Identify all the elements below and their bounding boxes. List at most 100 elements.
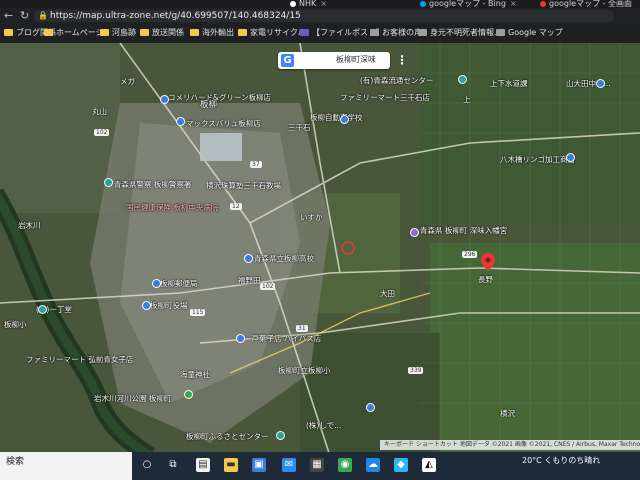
- road-number-badge: 12: [230, 203, 242, 210]
- poi-pin-icon[interactable]: [184, 390, 193, 399]
- poi-pin-icon[interactable]: [340, 115, 349, 124]
- folder-icon: [100, 29, 109, 36]
- label-iizuka: いずか: [300, 213, 323, 222]
- more-vertical-icon[interactable]: ⋮: [396, 53, 408, 67]
- road-number-badge: 37: [250, 161, 262, 168]
- tab-googlemap-fullscreen[interactable]: googleマップ - 全画面: [540, 0, 640, 8]
- label-yagihashi[interactable]: 八木橋リンゴ加工商店: [500, 155, 575, 164]
- poi-pin-icon[interactable]: [276, 431, 285, 440]
- label-iwaki-park[interactable]: 岩木川河川公園 板柳町: [94, 394, 171, 403]
- file-explorer-icon[interactable]: ▬: [224, 458, 238, 472]
- tab-label: NHK: [299, 0, 317, 8]
- taskbar-search-placeholder[interactable]: 検索: [6, 457, 24, 467]
- poi-pin-icon[interactable]: [176, 117, 185, 126]
- road-number-badge: 31: [296, 325, 308, 332]
- label-kamishimo-suido[interactable]: 上下水道課: [490, 79, 528, 88]
- file-icon[interactable]: ▤: [196, 458, 210, 472]
- poi-pin-icon[interactable]: [566, 153, 575, 162]
- label-mega[interactable]: メガ: [120, 77, 135, 86]
- folder-icon: [238, 29, 247, 36]
- label-maxvalu[interactable]: マックスバリュ板柳店: [186, 119, 261, 128]
- road-number-badge: 115: [190, 309, 206, 316]
- store-icon[interactable]: ▣: [252, 458, 266, 472]
- back-icon[interactable]: ←: [4, 9, 13, 22]
- label-nagano: 長野: [478, 275, 493, 284]
- label-itayanagi-post[interactable]: 板柳郵便局: [160, 279, 198, 288]
- tab-bing[interactable]: googleマップ - Bing ×: [420, 0, 520, 8]
- label-itayanagi-n: 板柳小: [4, 320, 27, 329]
- tab-label: googleマップ - Bing: [429, 0, 506, 8]
- label-shidesuko[interactable]: (株)しで...: [306, 421, 341, 430]
- bookmark-kawashima[interactable]: 河島跡: [100, 27, 136, 39]
- bookmark-homepage[interactable]: ホームページ: [44, 27, 104, 39]
- folder-icon: [190, 29, 199, 36]
- label-family-mart-sanko[interactable]: ファミリーマート三千石店: [340, 93, 430, 102]
- poi-pin-icon[interactable]: [142, 301, 151, 310]
- label-kokuho-hospital[interactable]: 国民健康保険 板柳中央病院: [126, 203, 218, 212]
- label-fukumichi: 福野田: [238, 276, 261, 285]
- close-tab-icon[interactable]: ×: [320, 0, 327, 8]
- label-aomori-ryutsu[interactable]: (有)青森流通センター: [360, 76, 433, 85]
- map-search-input[interactable]: 板柳町深味: [336, 55, 376, 65]
- lock-icon[interactable]: 🔒: [38, 11, 48, 20]
- label-yokozawa[interactable]: 横沢珠算塾三千石教場: [206, 181, 281, 190]
- poi-pin-icon[interactable]: [152, 279, 161, 288]
- pinned-app-icon[interactable]: ◭: [422, 458, 436, 472]
- tab-nhk[interactable]: NHK ×: [290, 0, 370, 8]
- task-view-icon[interactable]: ⧉: [166, 458, 180, 472]
- poi-pin-icon[interactable]: [458, 75, 467, 84]
- poi-pin-icon[interactable]: [596, 79, 605, 88]
- road-number-badge: 102: [94, 129, 110, 136]
- label-kaigun-shrine[interactable]: 海童神社: [180, 370, 210, 379]
- label-itayanagi-jidosha[interactable]: 板柳自動車学校: [310, 113, 363, 122]
- poi-pin-icon[interactable]: [410, 228, 419, 237]
- label-police[interactable]: 青森県警察 板柳警察署: [114, 180, 191, 189]
- label-itayanagi-town-hall[interactable]: 板柳町役場: [150, 301, 188, 310]
- label-iwaki-river: 岩木川: [18, 221, 41, 230]
- road-number-badge: 102: [260, 283, 276, 290]
- label-sankoku: 三千石: [288, 123, 311, 132]
- satellite-map[interactable]: (有)青森流通センター 上下水道課 山大田中ひ... ファミリーマート三千石店 …: [0, 43, 640, 456]
- mail-icon[interactable]: ✉: [282, 458, 296, 472]
- bookmark-missing-persons[interactable]: 身元不明死者情報...: [418, 27, 502, 39]
- poi-pin-icon[interactable]: [104, 178, 113, 187]
- tab-label: googleマップ - 全画面: [549, 0, 633, 8]
- road-number-badge: 296: [462, 251, 478, 258]
- map-favicon-icon: [540, 0, 546, 7]
- road-number-badge: 339: [408, 367, 424, 374]
- map-attribution: キーボード ショートカット 地図データ ©2021 画像 ©2021, CNES…: [380, 440, 640, 450]
- folder-icon: [44, 29, 53, 36]
- bookmark-recycle[interactable]: 家電リサイクル: [238, 27, 306, 39]
- close-tab-icon[interactable]: ×: [510, 0, 517, 8]
- label-itayanagi-hs[interactable]: 青森県立板柳高校: [254, 254, 314, 263]
- label-itayanagi-station[interactable]: 板柳: [200, 101, 217, 110]
- bing-favicon-icon: [420, 0, 426, 7]
- file-post-icon: [300, 29, 309, 36]
- weather-widget[interactable]: 20°C くもりのち晴れ: [522, 456, 600, 466]
- poi-pin-icon[interactable]: [160, 95, 169, 104]
- label-fukami-shrine[interactable]: 青森県 板柳町 深味入幡宮: [420, 226, 507, 235]
- poi-pin-icon[interactable]: [38, 305, 47, 314]
- bookmark-customer-voice[interactable]: お客様の声: [370, 27, 422, 39]
- bookmark-googlemap[interactable]: Google マップ: [496, 27, 563, 39]
- reload-icon[interactable]: ↻: [20, 9, 29, 22]
- poi-pin-icon[interactable]: [244, 254, 253, 263]
- google-logo-icon: G: [281, 54, 294, 67]
- label-family-mart-hirosaki[interactable]: ファミリーマート 弘前青女子店: [26, 355, 133, 364]
- label-furusato-center[interactable]: 板柳町ふるさとセンター: [186, 432, 269, 441]
- poi-pin-icon[interactable]: [236, 334, 245, 343]
- label-comeri[interactable]: コメリハード&グリーン板柳店: [168, 93, 271, 102]
- poi-pin-icon[interactable]: [366, 403, 375, 412]
- label-yokosawa-small: 横沢: [500, 409, 515, 418]
- location-marker-icon[interactable]: [481, 253, 495, 271]
- edge-icon[interactable]: ◆: [394, 458, 408, 472]
- cortana-icon[interactable]: ○: [140, 458, 154, 472]
- browser-icon[interactable]: ◉: [338, 458, 352, 472]
- label-ichinohe[interactable]: 一戸菓子店 バイパス店: [244, 334, 321, 343]
- url-text[interactable]: https://map.ultra-zone.net/g/40.699507/1…: [50, 11, 301, 21]
- media-icon[interactable]: ▦: [310, 458, 324, 472]
- bookmark-export[interactable]: 海外輸出: [190, 27, 234, 39]
- label-itayanagi-elem[interactable]: 板柳町立板柳小: [278, 366, 331, 375]
- bookmark-broadcast[interactable]: 放送関係: [140, 27, 184, 39]
- app-icon[interactable]: ☁: [366, 458, 380, 472]
